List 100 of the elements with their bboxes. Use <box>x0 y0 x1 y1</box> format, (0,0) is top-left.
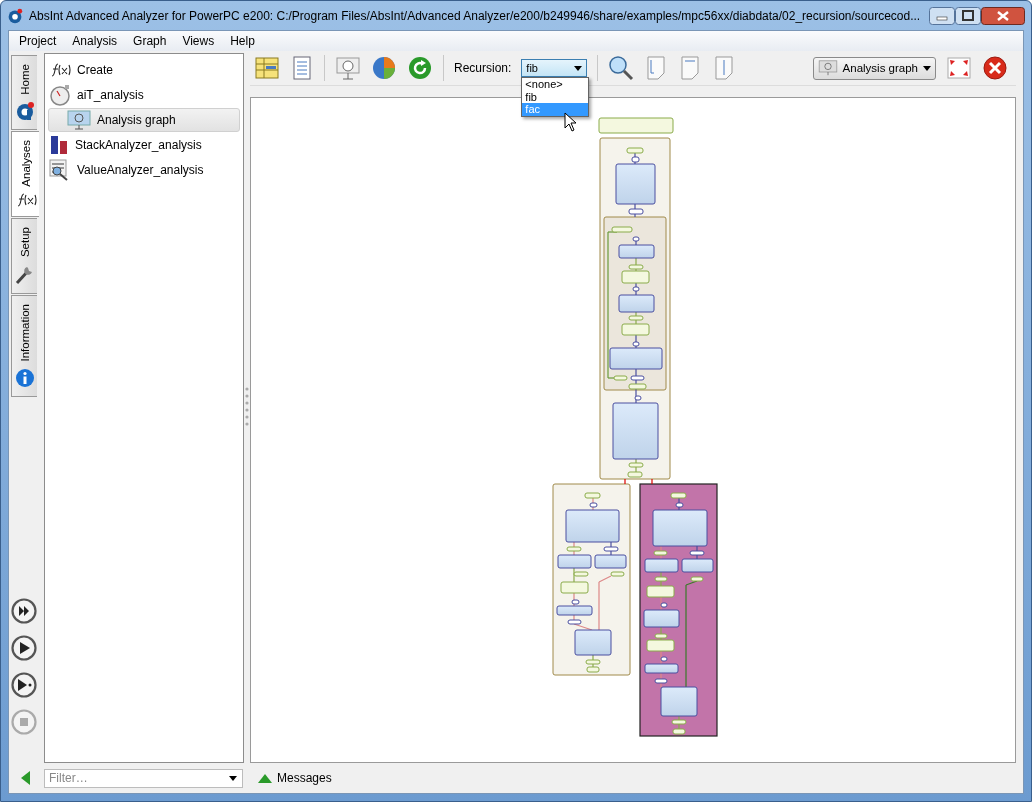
graph-node[interactable] <box>660 602 668 608</box>
tree-item[interactable]: Create <box>48 58 240 82</box>
menu-item[interactable]: Views <box>174 34 223 48</box>
close-button[interactable] <box>981 6 1025 25</box>
graph-node[interactable] <box>672 728 686 735</box>
tree-item[interactable]: aiT_analysis <box>48 83 240 107</box>
graph-node[interactable] <box>689 550 705 556</box>
graph-node[interactable] <box>632 236 640 242</box>
side-tab[interactable]: Analyses <box>11 130 39 218</box>
graph-node[interactable] <box>628 264 644 270</box>
graph-node[interactable] <box>632 341 640 347</box>
stop-button[interactable] <box>11 709 37 735</box>
maximize-button[interactable] <box>955 6 981 25</box>
graph-node[interactable] <box>618 294 655 313</box>
tree-item[interactable]: Analysis graph <box>48 108 240 132</box>
graph-edge <box>624 478 626 485</box>
graph-node[interactable] <box>644 663 679 674</box>
side-tab[interactable]: Information <box>11 295 37 397</box>
minimize-button[interactable] <box>929 6 955 25</box>
graph-node[interactable] <box>621 323 650 336</box>
graph-node[interactable] <box>567 619 582 625</box>
graph-edge <box>660 596 662 611</box>
recursion-select[interactable]: fib <box>521 59 588 77</box>
graph-node[interactable] <box>653 550 668 556</box>
graph-node[interactable] <box>646 585 675 598</box>
graph-node[interactable] <box>660 686 698 717</box>
menu-item[interactable]: Project <box>11 34 65 48</box>
graph-node[interactable] <box>690 576 704 582</box>
graph-node[interactable] <box>681 558 714 573</box>
graph-node[interactable] <box>628 208 644 215</box>
zoom-icon[interactable] <box>608 55 635 81</box>
graph-node[interactable] <box>654 576 668 582</box>
fit-to-window-icon[interactable] <box>946 55 972 81</box>
graph-node[interactable] <box>585 659 601 665</box>
tree-item[interactable]: StackAnalyzer_analysis <box>48 133 240 157</box>
graph-node[interactable] <box>557 554 592 569</box>
expand-up-icon[interactable] <box>258 773 272 783</box>
graph-node[interactable] <box>610 571 625 577</box>
graph-node[interactable] <box>609 347 663 370</box>
graph-node[interactable] <box>611 226 633 233</box>
collapse-left-icon[interactable] <box>20 771 31 785</box>
view-selector-button[interactable]: Analysis graph <box>812 56 936 80</box>
graph-node[interactable] <box>573 571 589 577</box>
refresh-icon[interactable] <box>407 55 433 81</box>
graph-node[interactable] <box>612 402 659 460</box>
graph-node[interactable] <box>589 502 598 508</box>
menu-item[interactable]: Graph <box>125 34 175 48</box>
graph-node[interactable] <box>671 719 687 725</box>
tree-item[interactable]: ValueAnalyzer_analysis <box>48 158 240 182</box>
graph-node[interactable] <box>615 163 656 205</box>
step-button[interactable] <box>11 672 37 698</box>
graph-node[interactable] <box>652 509 708 547</box>
graph-node[interactable] <box>627 471 643 478</box>
list-icon[interactable] <box>290 55 314 81</box>
table-icon[interactable] <box>254 55 280 81</box>
graph-node[interactable] <box>670 492 687 499</box>
graph-node[interactable] <box>630 375 645 381</box>
graph-node[interactable] <box>660 656 668 662</box>
menu-item[interactable]: Analysis <box>64 34 126 48</box>
graph-node[interactable] <box>644 558 679 573</box>
graph-node[interactable] <box>618 244 655 259</box>
graph-node[interactable] <box>628 462 644 468</box>
graph-node[interactable] <box>613 375 628 381</box>
caret-icon[interactable] <box>229 775 237 781</box>
graph-node[interactable] <box>586 666 600 673</box>
side-tab[interactable]: Home <box>11 55 37 130</box>
graph-node[interactable] <box>628 315 644 321</box>
graph-node[interactable] <box>634 395 642 401</box>
messages-toggle[interactable]: Messages <box>277 771 332 785</box>
window-title: AbsInt Advanced Analyzer for PowerPC e200: C:/Program Files/AbsInt/Advanced Analyzer/e200/b249946/share/examples/mpc56xx/diabdata/02_recursion/sourcecod... <box>29 8 922 23</box>
graph-node[interactable] <box>631 156 640 163</box>
graph-node[interactable] <box>574 629 612 656</box>
graph-node[interactable] <box>594 554 627 569</box>
graph-node[interactable] <box>566 546 582 552</box>
graph-node[interactable] <box>643 609 680 628</box>
pie-chart-icon[interactable] <box>371 55 397 81</box>
side-tab[interactable]: Setup <box>11 218 37 295</box>
graph-node[interactable] <box>565 509 620 543</box>
graph-node[interactable] <box>584 492 601 499</box>
graph-node[interactable] <box>598 117 674 134</box>
splitter-grip-icon[interactable] <box>245 386 249 428</box>
menu-item[interactable]: Help <box>222 34 263 48</box>
graph-node[interactable] <box>556 605 593 616</box>
close-icon[interactable] <box>982 55 1008 81</box>
graph-node[interactable] <box>560 581 589 594</box>
graph-node[interactable] <box>654 633 668 639</box>
dropdown-option[interactable]: <none> <box>522 78 589 91</box>
caret-icon <box>574 65 583 71</box>
graph-node[interactable] <box>628 383 647 390</box>
graph-node[interactable] <box>621 270 650 284</box>
play-button[interactable] <box>11 635 37 661</box>
filter-field[interactable]: Filter… <box>44 768 243 788</box>
graph-node[interactable] <box>646 639 675 652</box>
fast-forward-button[interactable] <box>11 598 37 624</box>
graph-node[interactable] <box>626 147 644 154</box>
graph-node[interactable] <box>654 678 668 684</box>
graph-node[interactable] <box>571 599 580 605</box>
graph-node[interactable] <box>632 286 640 292</box>
graph-node[interactable] <box>603 546 619 552</box>
graph-node[interactable] <box>675 502 684 508</box>
